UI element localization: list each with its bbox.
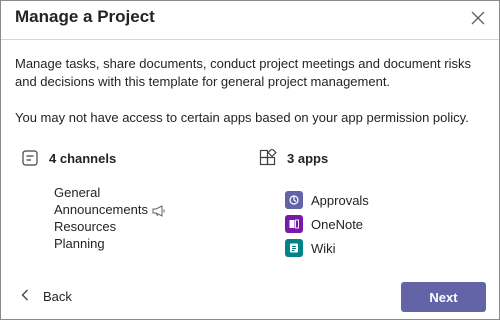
channel-name: Resources [54,219,117,234]
wiki-icon [285,239,303,257]
channel-name: Announcements [54,202,148,217]
apps-count: 3 apps [287,150,329,166]
list-item: OneNote [285,212,369,236]
template-description: Manage tasks, share documents, conduct p… [15,56,471,89]
megaphone-icon [152,204,166,217]
list-item: Wiki [285,236,369,260]
list-item: Approvals [285,188,369,212]
channel-name: General [54,185,101,200]
onenote-icon [285,215,303,233]
app-name: OneNote [311,216,364,232]
app-list: Approvals OneNote Wiki [285,188,369,260]
approvals-icon [285,191,303,209]
app-name: Wiki [311,240,336,256]
apps-heading: 3 apps [259,147,329,167]
close-icon[interactable] [469,9,487,27]
channels-count: 4 channels [49,150,117,166]
list-item: Resources [54,218,166,235]
list-item: Planning [54,235,166,252]
list-item: General [54,184,166,201]
manage-project-dialog: Manage a Project Manage tasks, share doc… [0,0,500,320]
back-label: Back [43,289,72,304]
dialog-title: Manage a Project [15,7,155,26]
back-button[interactable]: Back [21,289,72,304]
app-name: Approvals [311,192,369,208]
channels-heading: 4 channels [21,149,116,167]
channel-list-icon [21,149,39,167]
next-button[interactable]: Next [401,282,486,312]
permission-note: You may not have access to certain apps … [15,110,469,125]
apps-grid-icon [259,147,277,167]
channel-list: General Announcements Resources Planning [54,184,166,252]
list-item: Announcements [54,201,166,218]
header-divider [1,39,499,40]
channel-name: Planning [54,236,105,251]
chevron-left-icon [21,289,43,304]
